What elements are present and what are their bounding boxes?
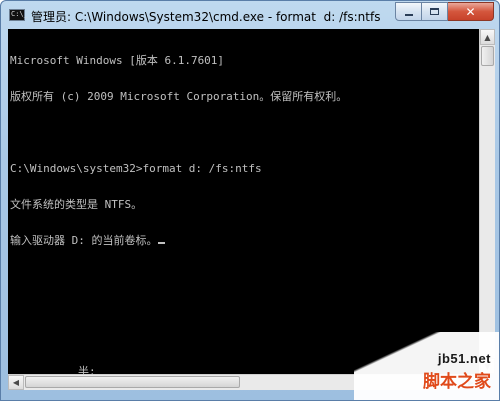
cmd-window-icon[interactable]: C:\_ [9,9,28,21]
window-title: 管理员: C:\Windows\System32\cmd.exe - forma… [31,10,381,24]
close-button[interactable]: ✕ [448,2,494,21]
cmd-window: C:\_ 管理员: C:\Windows\System32\cmd.exe - … [0,0,500,401]
ime-status-indicator: 半: [78,365,96,374]
arrow-left-icon: ◀ [12,378,20,387]
horizontal-scroll-thumb[interactable] [25,376,240,388]
arrow-up-icon: ▲ [484,32,491,42]
caption-buttons: ✕ [395,2,494,22]
site-watermark: jb51.net 脚本之家 [354,332,499,400]
scroll-up-button[interactable]: ▲ [480,29,495,45]
console-prompt-text: 输入驱动器 D: 的当前卷标。 [10,234,158,247]
console-line: Microsoft Windows [版本 6.1.7601] [10,54,225,67]
console-output[interactable]: Microsoft Windows [版本 6.1.7601] 版权所有 (c)… [8,29,479,374]
maximize-button[interactable] [422,2,448,21]
vertical-scroll-thumb[interactable] [481,46,494,66]
text-cursor [157,242,165,244]
minimize-icon [404,13,413,16]
minimize-button[interactable] [395,2,422,21]
close-icon: ✕ [465,4,476,19]
console-line: C:\Windows\system32>format d: /fs:ntfs [10,162,262,175]
watermark-url: jb51.net [437,351,491,366]
console-text: Microsoft Windows [版本 6.1.7601] 版权所有 (c)… [10,31,347,271]
console-line: 文件系统的类型是 NTFS。 [10,198,143,211]
vertical-scrollbar[interactable]: ▲ ▼ [479,29,495,374]
console-input-line[interactable]: 输入驱动器 D: 的当前卷标。 [10,235,347,247]
watermark-site-name: 脚本之家 [423,372,491,392]
title-bar[interactable]: C:\_ 管理员: C:\Windows\System32\cmd.exe - … [1,1,499,29]
maximize-icon [430,8,439,15]
scroll-left-button[interactable]: ◀ [8,375,24,390]
console-line: 版权所有 (c) 2009 Microsoft Corporation。保留所有… [10,90,348,103]
